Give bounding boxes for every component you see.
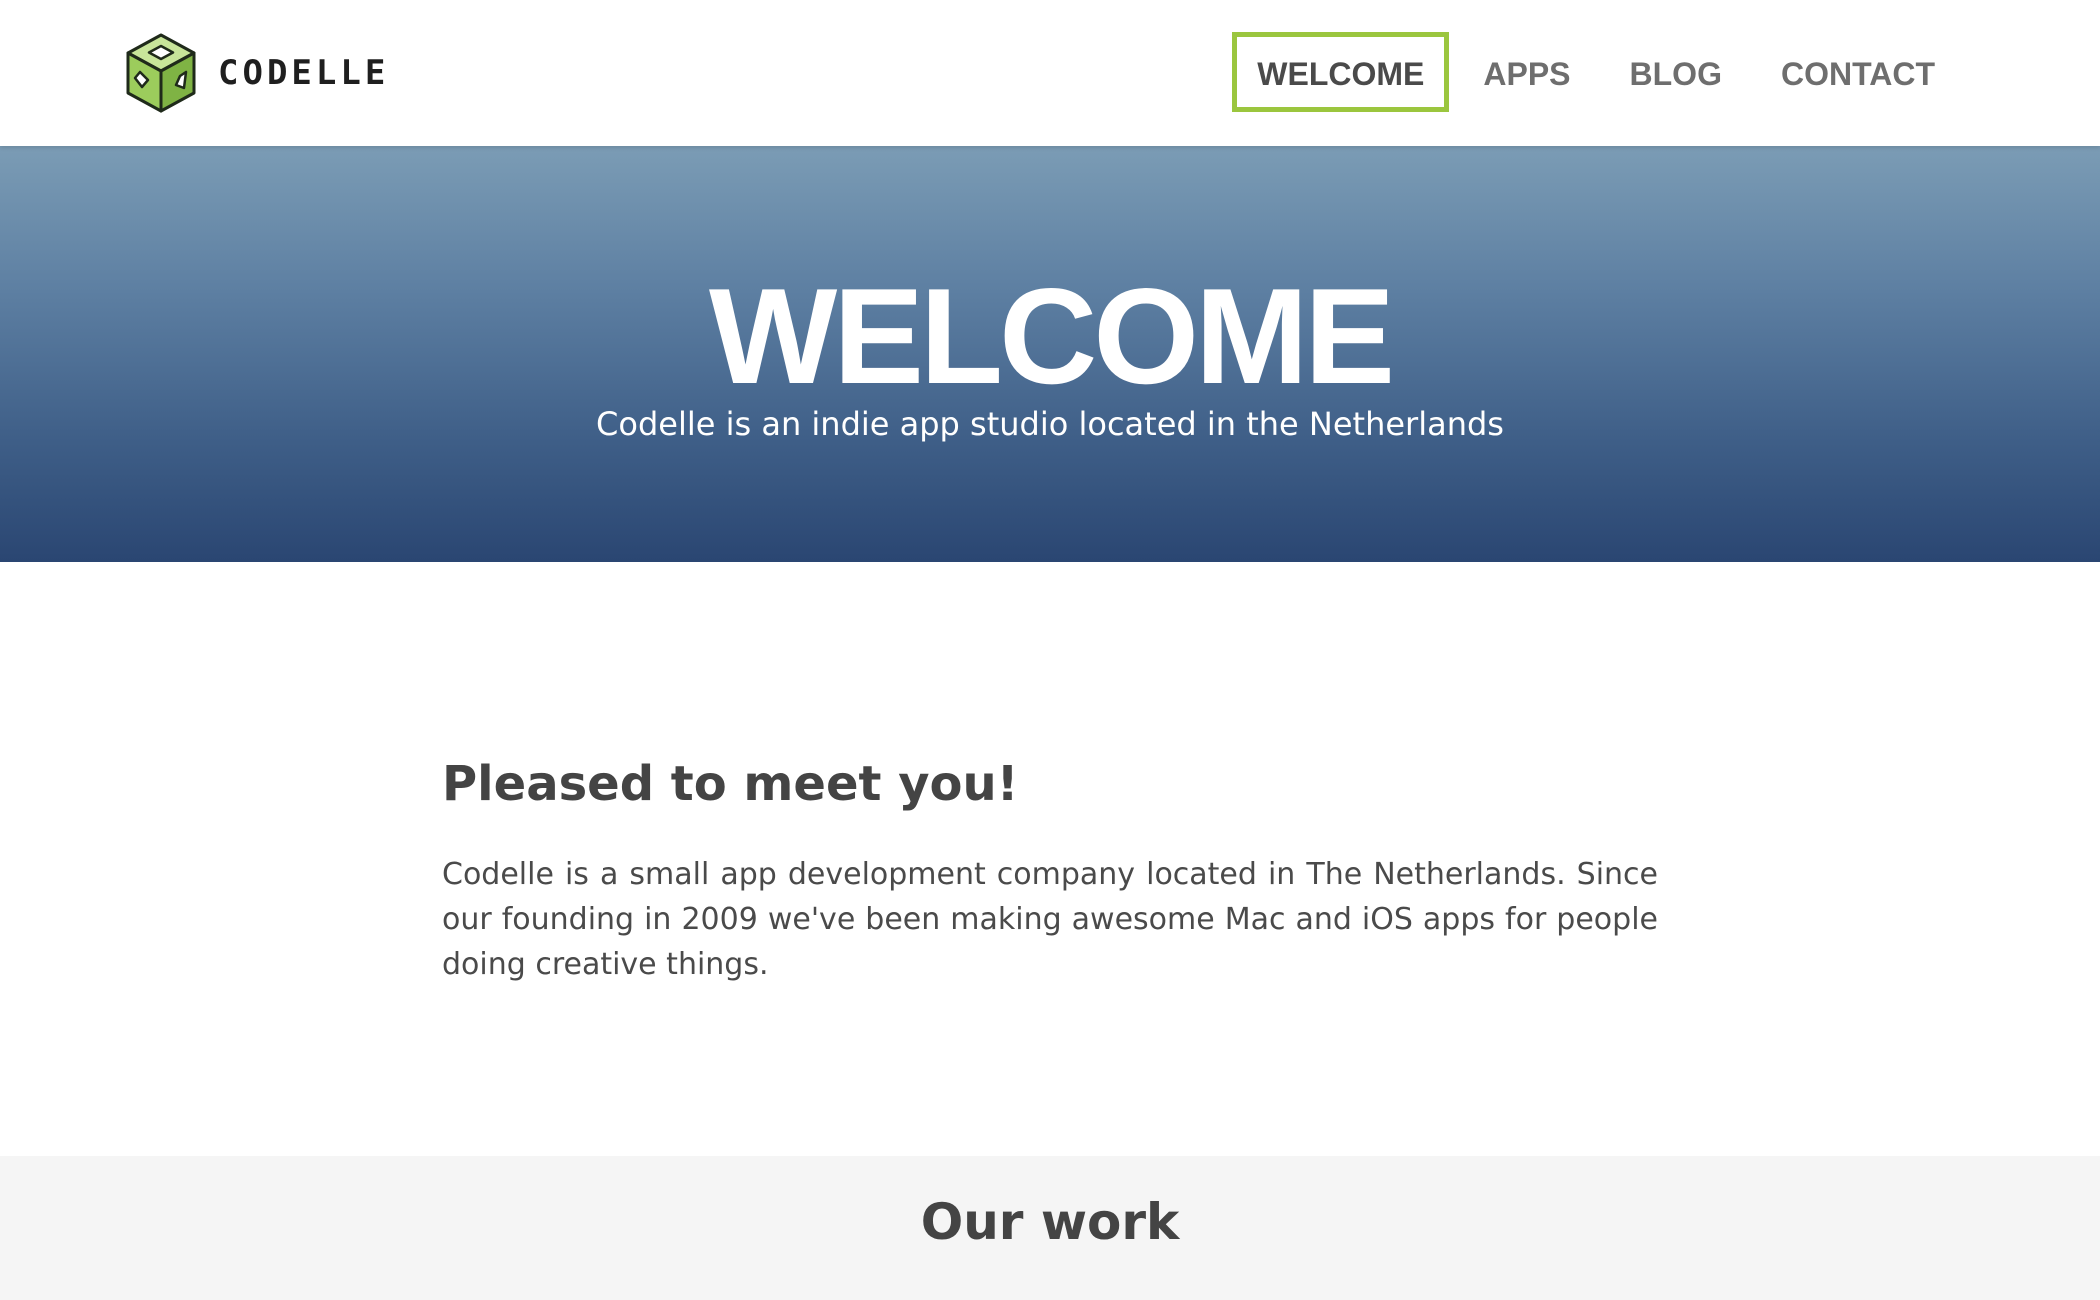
our-work-heading: Our work bbox=[920, 1193, 1180, 1251]
main-nav: WELCOME APPS BLOG CONTACT bbox=[1223, 32, 1960, 112]
nav-blog[interactable]: BLOG bbox=[1605, 32, 1747, 112]
nav-welcome[interactable]: WELCOME bbox=[1232, 32, 1450, 112]
hero-banner: WELCOME Codelle is an indie app studio l… bbox=[0, 146, 2100, 562]
page: CODELLE WELCOME APPS BLOG CONTACT WELCOM… bbox=[0, 0, 2100, 1300]
intro-paragraph: Codelle is a small app development compa… bbox=[442, 857, 1658, 982]
intro-heading: Pleased to meet you! bbox=[442, 756, 1019, 812]
site-header: CODELLE WELCOME APPS BLOG CONTACT bbox=[0, 0, 2100, 146]
hero-subtitle: Codelle is an indie app studio located i… bbox=[596, 405, 1504, 443]
logo-text: CODELLE bbox=[218, 53, 390, 93]
nav-contact[interactable]: CONTACT bbox=[1756, 32, 1960, 112]
nav-apps[interactable]: APPS bbox=[1458, 32, 1595, 112]
hero-title: WELCOME bbox=[708, 260, 1395, 412]
logo-link[interactable]: CODELLE bbox=[124, 32, 389, 114]
intro-section: Pleased to meet you! Codelle is a small … bbox=[442, 740, 1658, 987]
our-work-section: Our work bbox=[0, 1156, 2100, 1300]
cube-logo-icon bbox=[126, 33, 196, 113]
